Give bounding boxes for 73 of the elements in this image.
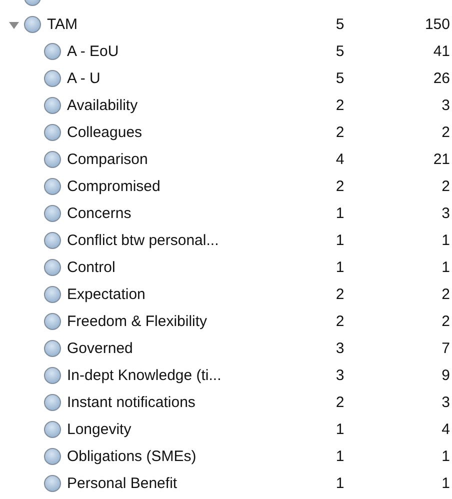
- references-count: 1: [440, 475, 451, 492]
- references-count: 3: [440, 97, 451, 114]
- files-count: 5: [334, 43, 346, 60]
- node-name[interactable]: Personal Benefit: [67, 475, 320, 492]
- node-name[interactable]: TAM: [47, 16, 320, 33]
- files-count: 1: [334, 259, 346, 276]
- node-name[interactable]: Freedom & Flexibility: [67, 313, 320, 330]
- node-icon: [44, 340, 61, 357]
- node-icon: [44, 448, 61, 465]
- node-icon: [44, 394, 61, 411]
- references-count: 2: [440, 124, 451, 141]
- node-name[interactable]: In-dept Knowledge (ti...: [67, 367, 320, 384]
- references-count: 150: [424, 16, 451, 33]
- files-count: 2: [334, 394, 346, 411]
- references-count: 1: [440, 232, 451, 249]
- node-name[interactable]: Instant notifications: [67, 394, 320, 411]
- files-count: 5: [334, 70, 346, 87]
- node-name[interactable]: Availability: [67, 97, 320, 114]
- files-count: 3: [334, 367, 346, 384]
- files-count: 2: [334, 124, 346, 141]
- files-count: 1: [334, 421, 346, 438]
- references-count: 1: [440, 259, 451, 276]
- node-name[interactable]: Colleagues: [67, 124, 320, 141]
- node-name[interactable]: Conflict btw personal...: [67, 232, 320, 249]
- files-count: 2: [334, 286, 346, 303]
- references-count: 4: [440, 421, 451, 438]
- files-count: 1: [334, 475, 346, 492]
- node-icon: [44, 313, 61, 330]
- files-count: 1: [334, 448, 346, 465]
- files-count: 5: [334, 16, 346, 33]
- references-count: 2: [440, 286, 451, 303]
- node-icon: [44, 70, 61, 87]
- files-count: 3: [334, 340, 346, 357]
- node-icon: [44, 367, 61, 384]
- node-icon: [44, 232, 61, 249]
- node-icon: [44, 475, 61, 492]
- node-name[interactable]: Comparison: [67, 151, 320, 168]
- node-name[interactable]: A - U: [67, 70, 320, 87]
- node-name[interactable]: Obligations (SMEs): [67, 448, 320, 465]
- node-icon: [44, 259, 61, 276]
- node-name[interactable]: Expectation: [67, 286, 320, 303]
- node-name[interactable]: Governed: [67, 340, 320, 357]
- references-count: 21: [432, 151, 451, 168]
- files-count: 4: [334, 151, 346, 168]
- node-icon: [44, 178, 61, 195]
- files-count: 1: [334, 232, 346, 249]
- references-count: 2: [440, 313, 451, 330]
- references-count: 26: [432, 70, 451, 87]
- node-icon: [44, 421, 61, 438]
- references-count: 41: [432, 43, 451, 60]
- files-count: 1: [334, 205, 346, 222]
- references-count: 9: [440, 367, 451, 384]
- node-icon: [44, 43, 61, 60]
- files-count: 2: [334, 178, 346, 195]
- references-count: 2: [440, 178, 451, 195]
- node-icon: [44, 205, 61, 222]
- disclosure-triangle-icon[interactable]: [9, 20, 19, 30]
- node-name[interactable]: Control: [67, 259, 320, 276]
- references-count: 3: [440, 394, 451, 411]
- references-count: 1: [440, 448, 451, 465]
- node-name[interactable]: Compromised: [67, 178, 320, 195]
- node-icon: [44, 286, 61, 303]
- node-icon: [24, 16, 41, 33]
- node-icon: [44, 97, 61, 114]
- node-name[interactable]: Concerns: [67, 205, 320, 222]
- node-name[interactable]: A - EoU: [67, 43, 320, 60]
- node-icon: [44, 124, 61, 141]
- references-count: 3: [440, 205, 451, 222]
- files-count: 2: [334, 313, 346, 330]
- node-icon: [44, 151, 61, 168]
- files-count: 2: [334, 97, 346, 114]
- node-name[interactable]: Longevity: [67, 421, 320, 438]
- references-count: 7: [440, 340, 451, 357]
